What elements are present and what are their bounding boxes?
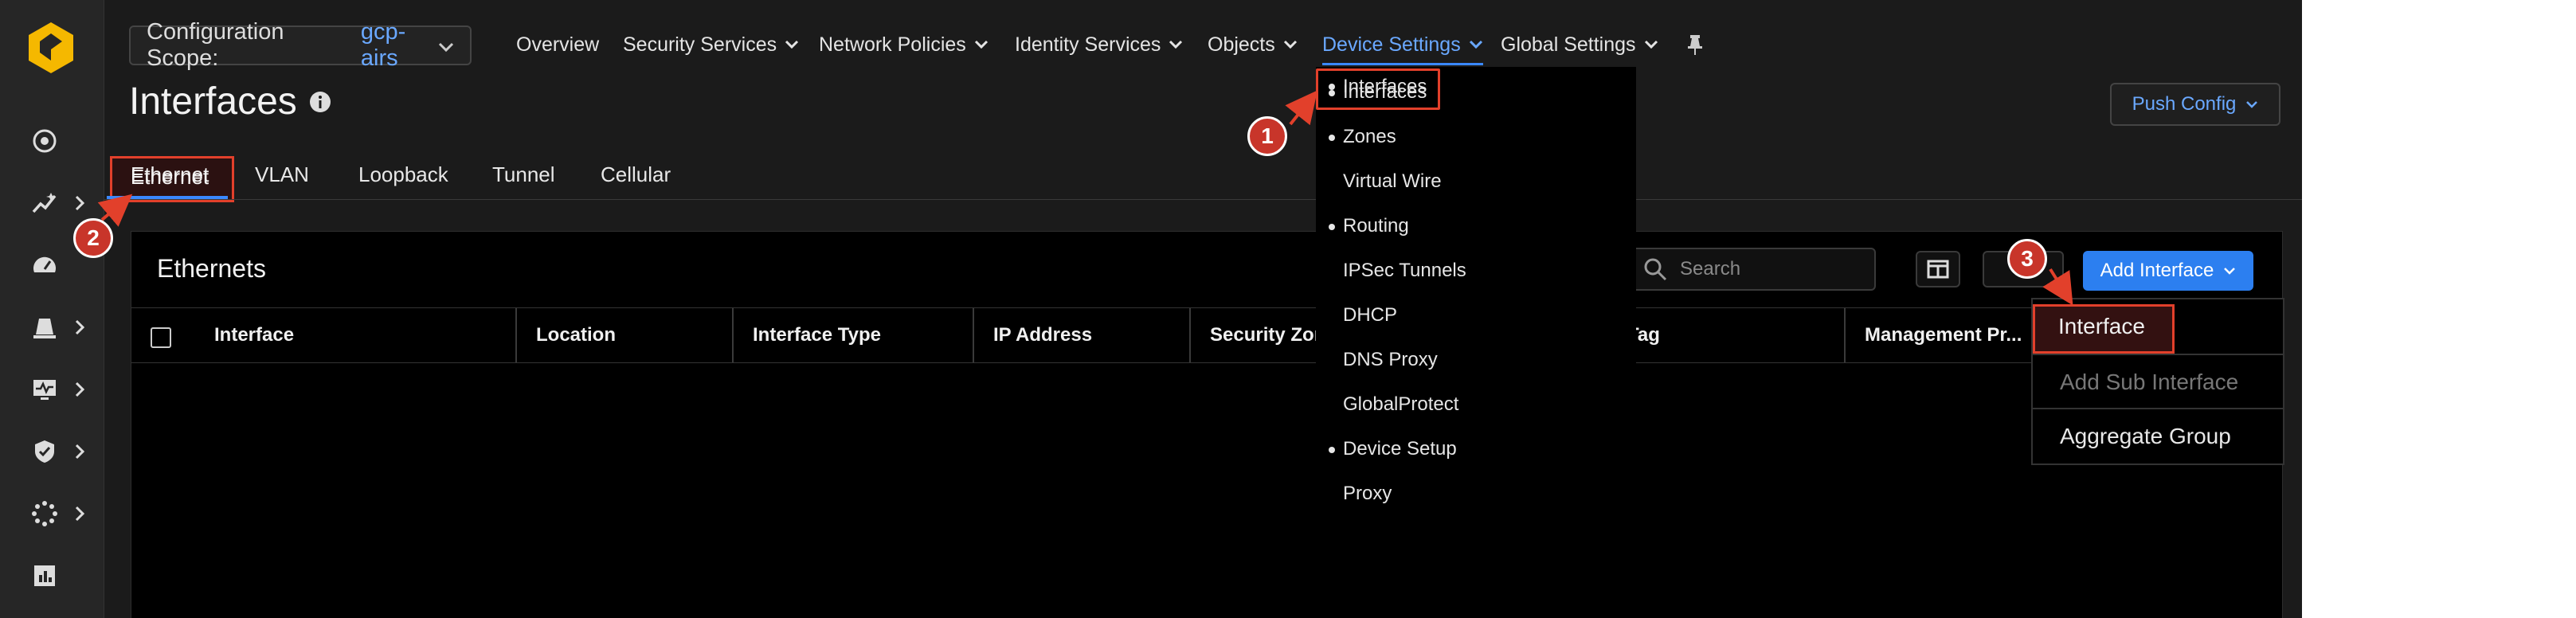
arrow-step2 (97, 194, 133, 227)
arrow-step3 (2042, 268, 2073, 306)
step-1-badge: 1 (1247, 116, 1287, 156)
annotation-arrows (97, 90, 2073, 306)
step-2-badge: 2 (73, 218, 113, 258)
arrow-step1 (1285, 90, 1317, 126)
app-window: Configuration Scope: gcp-airs Overview S… (0, 0, 2302, 618)
step-3-badge: 3 (2007, 239, 2047, 279)
